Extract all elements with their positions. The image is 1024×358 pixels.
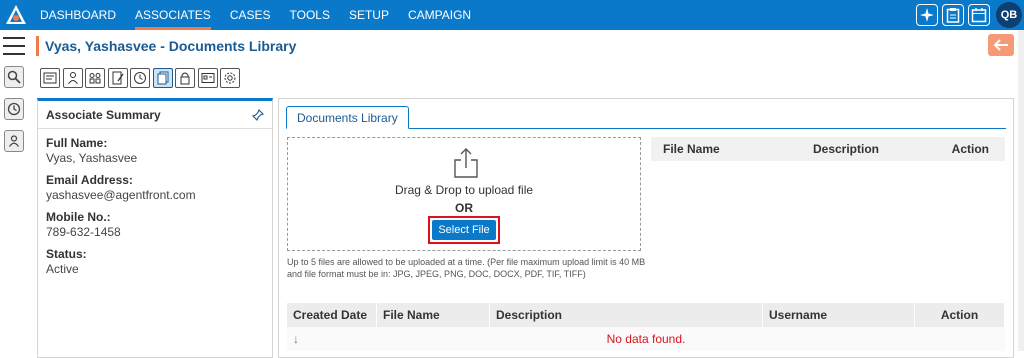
upload-note: Up to 5 files are allowed to be uploaded…	[287, 257, 646, 279]
field-label: Email Address:	[46, 173, 133, 187]
grid-header: Created Date ↓ File Name Description Use…	[287, 303, 1005, 346]
left-toolbar	[0, 30, 28, 351]
col-action: Action	[951, 142, 989, 156]
menu-icon[interactable]	[3, 37, 25, 55]
nav-setup[interactable]: SETUP	[349, 0, 389, 30]
main-nav: DASHBOARD ASSOCIATES CASES TOOLS SETUP C…	[40, 0, 490, 30]
field-value: 789-632-1458	[46, 225, 121, 239]
upload-icon	[454, 148, 478, 178]
sparkle-icon[interactable]	[916, 4, 938, 26]
calendar-icon[interactable]	[968, 4, 990, 26]
col-description[interactable]: Description	[490, 303, 763, 327]
pin-icon[interactable]	[252, 108, 264, 121]
no-data-message: No data found.	[287, 327, 1005, 351]
upload-file-table-header: File Name Description Action	[651, 137, 1005, 161]
or-text: OR	[455, 201, 473, 215]
field-label: Full Name:	[46, 136, 108, 150]
drag-drop-text: Drag & Drop to upload file	[394, 183, 534, 197]
gear-icon[interactable]	[220, 68, 240, 88]
nav-cases[interactable]: CASES	[230, 0, 271, 30]
file-dropzone[interactable]: Drag & Drop to upload file OR Select Fil…	[287, 137, 641, 251]
app-logo-icon[interactable]	[4, 3, 28, 27]
person-icon[interactable]	[62, 68, 83, 88]
tab-documents-library[interactable]: Documents Library	[286, 106, 409, 129]
field-email: Email Address: yashasvee@agentfront.com	[38, 166, 272, 203]
nav-dashboard[interactable]: DASHBOARD	[40, 0, 116, 30]
col-file-name: File Name	[663, 142, 720, 156]
field-status: Status: Active	[38, 240, 272, 277]
documents-grid: Created Date ↓ File Name Description Use…	[287, 303, 1005, 351]
col-file-name[interactable]: File Name	[377, 303, 490, 327]
select-file-highlight: Select File	[428, 216, 500, 244]
lock-icon[interactable]	[175, 68, 195, 88]
top-right-icons: QB	[916, 0, 1024, 30]
col-created-date[interactable]: Created Date ↓	[287, 303, 377, 346]
associate-summary-panel: Associate Summary Full Name: Vyas, Yasha…	[37, 98, 273, 358]
user-avatar[interactable]: QB	[996, 2, 1022, 28]
nav-associates[interactable]: ASSOCIATES	[135, 0, 211, 30]
field-label: Status:	[46, 247, 87, 261]
summary-header: Associate Summary	[38, 101, 272, 129]
page-scrollbar[interactable]	[1018, 30, 1024, 351]
profile-card-icon[interactable]	[40, 68, 60, 88]
field-label: Mobile No.:	[46, 210, 111, 224]
nav-campaign[interactable]: CAMPAIGN	[408, 0, 471, 30]
search-icon[interactable]	[4, 66, 24, 88]
col-created-date-label: Created Date	[293, 308, 368, 322]
col-action: Action	[915, 303, 1005, 327]
edit-document-icon[interactable]	[107, 68, 128, 88]
tab-strip: Documents Library	[286, 106, 1006, 129]
team-icon[interactable]	[85, 68, 105, 88]
field-value: Vyas, Yashasvee	[46, 151, 138, 165]
summary-title: Associate Summary	[46, 107, 161, 122]
documents-icon[interactable]	[152, 68, 173, 88]
col-description: Description	[812, 142, 879, 156]
history-icon[interactable]	[4, 98, 24, 120]
people-icon[interactable]	[4, 130, 24, 152]
clipboard-icon[interactable]	[942, 4, 964, 26]
field-full-name: Full Name: Vyas, Yashasvee	[38, 129, 272, 166]
id-card-icon[interactable]	[197, 68, 218, 88]
sort-down-arrow-icon: ↓	[293, 332, 299, 346]
field-mobile: Mobile No.: 789-632-1458	[38, 203, 272, 240]
select-file-button[interactable]: Select File	[432, 220, 496, 240]
clock-icon[interactable]	[130, 68, 150, 88]
col-username[interactable]: Username	[763, 303, 915, 327]
associate-toolbar	[40, 68, 243, 88]
field-value: Active	[46, 262, 79, 276]
page-title: Vyas, Yashasvee - Documents Library	[36, 36, 296, 56]
back-arrow-icon[interactable]	[988, 34, 1014, 56]
field-value: yashasvee@agentfront.com	[46, 188, 196, 202]
top-navigation-bar: DASHBOARD ASSOCIATES CASES TOOLS SETUP C…	[0, 0, 1024, 30]
documents-library-panel: Documents Library Drag & Drop to upload …	[278, 98, 1014, 358]
nav-tools[interactable]: TOOLS	[290, 0, 330, 30]
